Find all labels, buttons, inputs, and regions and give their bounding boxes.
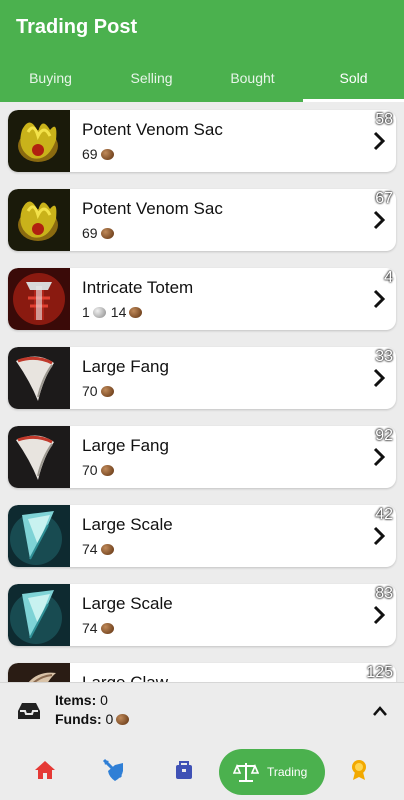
scale-icon	[8, 584, 70, 646]
item-quantity: 83	[375, 585, 393, 602]
venom-sac-icon	[8, 110, 70, 172]
items-value: 0	[100, 692, 108, 708]
list-item[interactable]: 67 Potent Venom Sac 69	[8, 189, 396, 251]
item-price: 69	[82, 146, 119, 162]
funds-label: Funds:	[55, 711, 102, 727]
bag-icon	[176, 761, 192, 779]
item-name: Large Scale	[82, 594, 173, 613]
nav-home[interactable]	[25, 750, 65, 790]
silver-coin-icon	[92, 306, 106, 318]
copper-coin-icon	[116, 714, 130, 725]
achievement-icon	[352, 760, 366, 780]
chevron-right-icon[interactable]	[372, 524, 386, 548]
item-price: 74	[82, 620, 119, 636]
price-amount: 74	[82, 541, 98, 557]
item-quantity: 42	[375, 506, 393, 523]
nav-inventory[interactable]	[164, 750, 204, 790]
chevron-right-icon[interactable]	[372, 603, 386, 627]
item-name: Large Scale	[82, 515, 173, 534]
price-amount: 70	[82, 383, 98, 399]
item-quantity: 4	[384, 269, 393, 286]
list-item[interactable]: 92 Large Fang 70	[8, 426, 396, 488]
list-item[interactable]: 83 Large Scale 74	[8, 584, 396, 646]
item-quantity: 67	[375, 190, 393, 207]
venom-sac-icon	[8, 189, 70, 251]
item-name: Large Fang	[82, 436, 169, 455]
tab-bought[interactable]: Bought	[202, 58, 303, 102]
chevron-right-icon[interactable]	[372, 287, 386, 311]
summary-text: Items: 0 Funds: 0	[55, 691, 134, 729]
copper-coin-icon	[100, 385, 114, 397]
item-price: 1 14	[82, 304, 147, 320]
item-price: 69	[82, 225, 119, 241]
chevron-right-icon[interactable]	[372, 445, 386, 469]
chevron-right-icon[interactable]	[372, 129, 386, 153]
claw-icon	[8, 663, 70, 682]
item-price: 70	[82, 462, 119, 478]
item-quantity: 58	[375, 111, 393, 128]
tab-sold[interactable]: Sold	[303, 58, 404, 102]
item-name: Potent Venom Sac	[82, 120, 223, 139]
list-item[interactable]: 33 Large Fang 70	[8, 347, 396, 409]
nav-pvp[interactable]	[94, 750, 134, 790]
item-name: Potent Venom Sac	[82, 199, 223, 218]
price-amount: 1	[82, 304, 90, 320]
list-item[interactable]: 4 Intricate Totem 1 14	[8, 268, 396, 330]
fang-icon	[8, 347, 70, 409]
funds-value: 0	[105, 711, 114, 727]
transaction-list[interactable]: 58 Potent Venom Sac 69 67 Potent Venom S…	[0, 102, 404, 682]
copper-coin-icon	[100, 622, 114, 634]
tab-selling[interactable]: Selling	[101, 58, 202, 102]
tab-buying[interactable]: Buying	[0, 58, 101, 102]
chevron-right-icon[interactable]	[372, 208, 386, 232]
copper-coin-icon	[100, 543, 114, 555]
nav-trading-label: Trading	[267, 765, 308, 779]
funds-summary: Funds: 0	[55, 710, 134, 729]
items-label: Items:	[55, 692, 97, 708]
scale-icon	[8, 505, 70, 567]
price-amount: 74	[82, 620, 98, 636]
item-name: Large Claw	[82, 673, 168, 682]
copper-coin-icon	[100, 227, 114, 239]
copper-coin-icon	[129, 306, 143, 318]
page-title: Trading Post	[16, 16, 138, 38]
summary-panel: Items: 0 Funds: 0	[0, 682, 404, 740]
item-quantity: 92	[375, 427, 393, 444]
shield-sword-icon	[102, 758, 123, 781]
item-name: Large Fang	[82, 357, 169, 376]
chevron-up-icon[interactable]	[372, 705, 388, 717]
list-item[interactable]: 125 Large Claw	[8, 663, 396, 682]
price-amount: 70	[82, 462, 98, 478]
items-summary: Items: 0	[55, 691, 134, 710]
price-amount: 69	[82, 225, 98, 241]
list-item[interactable]: 58 Potent Venom Sac 69	[8, 110, 396, 172]
nav-achievements[interactable]	[339, 750, 379, 790]
price-amount: 14	[110, 304, 127, 320]
inbox-tray-icon	[18, 703, 40, 719]
fang-icon	[8, 426, 70, 488]
chevron-right-icon[interactable]	[372, 366, 386, 390]
app-bar: Trading Post Buying Selling Bought Sold	[0, 0, 404, 102]
item-quantity: 33	[375, 348, 393, 365]
scales-icon	[233, 763, 259, 782]
bottom-navigation: Trading	[0, 740, 404, 800]
item-price: 70	[82, 383, 119, 399]
home-icon	[35, 761, 55, 779]
tab-bar: Buying Selling Bought Sold	[0, 58, 404, 102]
item-name: Intricate Totem	[82, 278, 194, 297]
item-quantity: 125	[366, 664, 393, 681]
list-item[interactable]: 42 Large Scale 74	[8, 505, 396, 567]
totem-icon	[8, 268, 70, 330]
nav-trading[interactable]: Trading	[219, 749, 325, 795]
item-price: 74	[82, 541, 119, 557]
price-amount: 69	[82, 146, 98, 162]
copper-coin-icon	[100, 148, 114, 160]
copper-coin-icon	[100, 464, 114, 476]
